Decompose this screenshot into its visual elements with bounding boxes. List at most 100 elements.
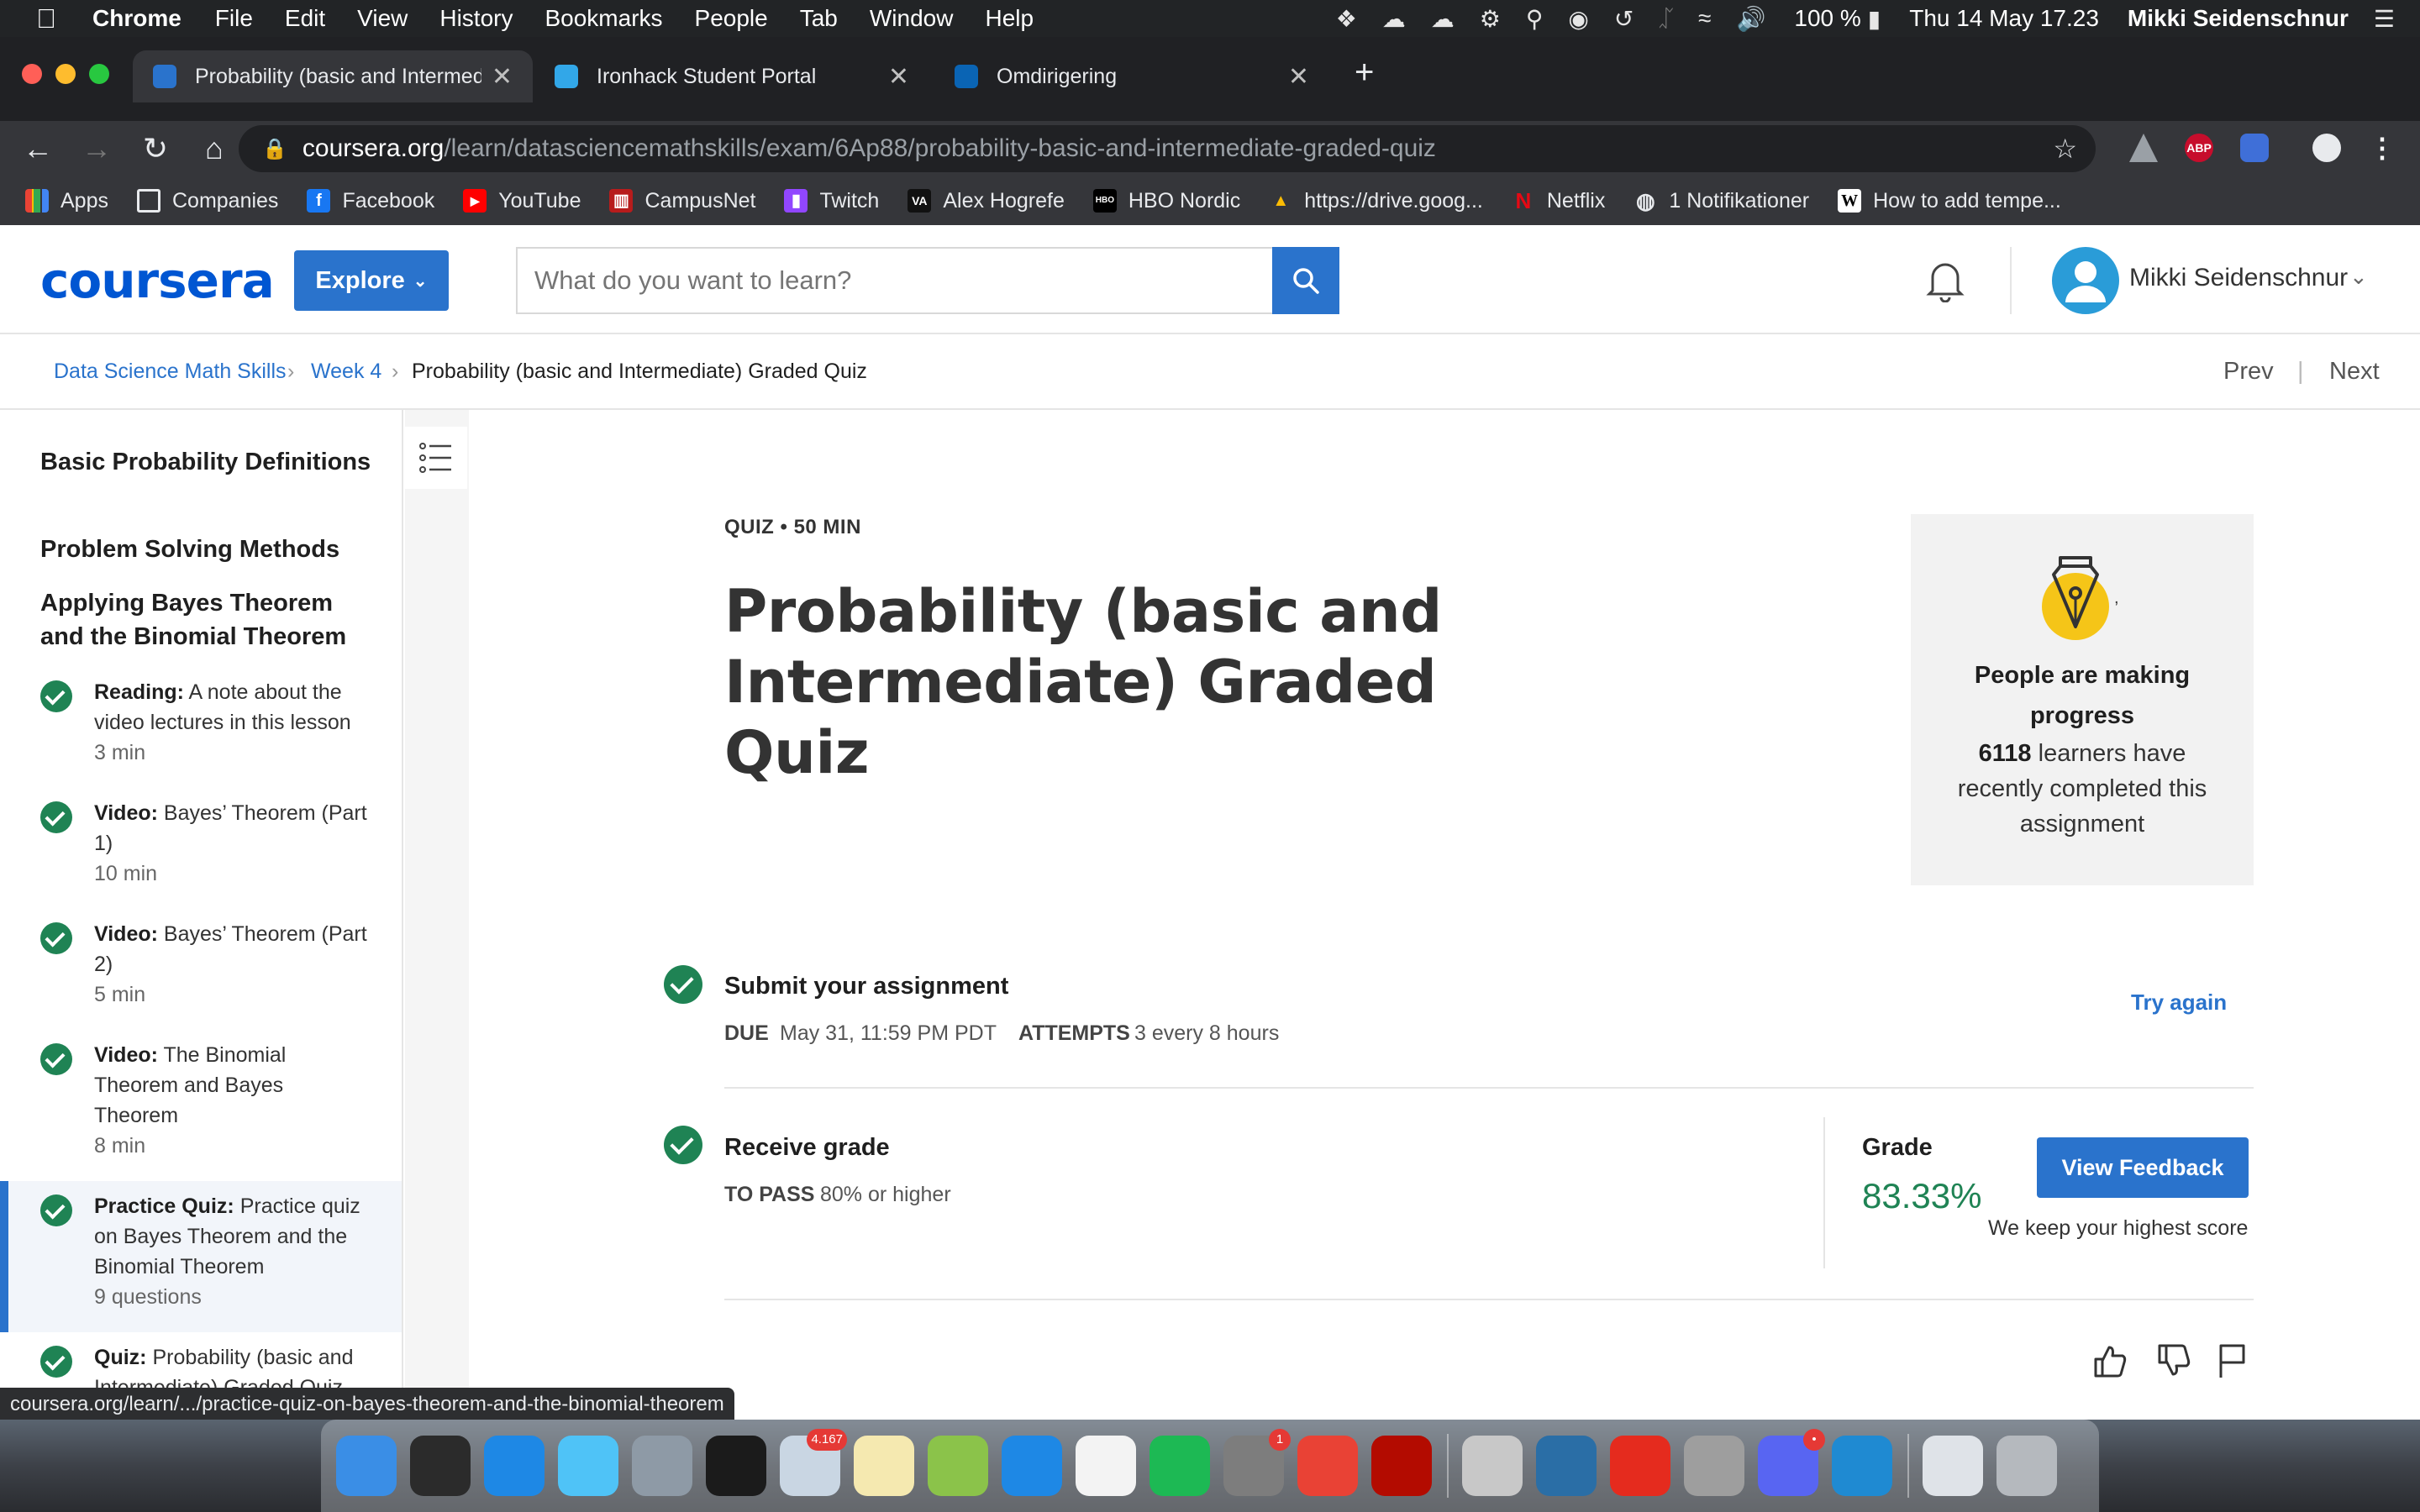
steelseries-icon[interactable]: ⚙ xyxy=(1480,5,1501,33)
new-tab-button[interactable]: + xyxy=(1355,54,1374,92)
wifi-icon[interactable]: ≈ xyxy=(1698,5,1711,32)
maps-icon[interactable] xyxy=(928,1436,988,1496)
finder-icon[interactable] xyxy=(336,1436,397,1496)
mysql-workbench-icon[interactable] xyxy=(1536,1436,1597,1496)
try-again-link[interactable]: Try again xyxy=(2131,990,2227,1016)
bookmark-google-drive[interactable]: ▲ https://drive.goog... xyxy=(1269,189,1483,213)
adblock-plus-icon[interactable]: ABP xyxy=(2185,134,2213,162)
menu-edit[interactable]: Edit xyxy=(285,5,325,32)
launchpad-icon[interactable] xyxy=(632,1436,692,1496)
sidebar-item-practice-quiz[interactable]: Practice Quiz: Practice quiz on Bayes Th… xyxy=(0,1181,402,1332)
tab-close-icon[interactable]: ✕ xyxy=(1288,62,1309,92)
explore-button[interactable]: Explore ⌄ xyxy=(294,250,449,311)
app-store-icon[interactable] xyxy=(1002,1436,1062,1496)
bookmark-hbo-nordic[interactable]: HBO HBO Nordic xyxy=(1092,189,1240,213)
terminal-icon[interactable] xyxy=(706,1436,766,1496)
sequel-icon[interactable] xyxy=(1462,1436,1523,1496)
onedrive-icon[interactable] xyxy=(484,1436,544,1496)
chrome-menu-icon[interactable]: ⋮ xyxy=(2368,134,2396,162)
thumbs-down-icon[interactable] xyxy=(2154,1342,2191,1379)
bookmark-apps[interactable]: Apps xyxy=(25,189,108,213)
volume-icon[interactable]: 🔊 xyxy=(1737,5,1766,33)
bookmark-campusnet[interactable]: ▥ CampusNet xyxy=(609,189,755,213)
window-minimize-button[interactable] xyxy=(55,64,76,84)
notification-center-icon[interactable]: ☰ xyxy=(2374,5,2395,33)
acrobat-icon[interactable] xyxy=(1371,1436,1432,1496)
chrome-icon[interactable] xyxy=(1297,1436,1358,1496)
spotify-icon[interactable] xyxy=(1150,1436,1210,1496)
bookmark-star-icon[interactable]: ☆ xyxy=(2053,133,2077,165)
bookmark-companies[interactable]: Companies xyxy=(136,189,278,213)
dropbox-icon[interactable]: ❖ xyxy=(1336,5,1357,33)
sidebar-item-reading[interactable]: Reading: A note about the video lectures… xyxy=(0,677,402,795)
tab-ironhack[interactable]: Ironhack Student Portal ✕ xyxy=(534,50,929,102)
bookmark-youtube[interactable]: ▶ YouTube xyxy=(463,189,581,213)
menu-tab[interactable]: Tab xyxy=(800,5,838,32)
thumbs-up-icon[interactable] xyxy=(2091,1342,2128,1379)
home-icon[interactable]: ⌂ xyxy=(185,131,244,166)
activity-icon[interactable] xyxy=(410,1436,471,1496)
bluetooth-icon[interactable]: ᛢ xyxy=(1659,5,1673,32)
battery-icon[interactable]: ▮ xyxy=(1868,5,1881,33)
notes-icon[interactable] xyxy=(854,1436,914,1496)
bookmark-twitch[interactable]: ▮ Twitch xyxy=(784,189,879,213)
lesson-heading[interactable]: Problem Solving Methods xyxy=(40,533,376,566)
app-menu-chrome[interactable]: Chrome xyxy=(92,5,182,32)
view-feedback-button[interactable]: View Feedback xyxy=(2037,1137,2249,1198)
coursera-logo[interactable]: coursera xyxy=(40,252,275,309)
bookmark-notifikationer[interactable]: ◍ 1 Notifikationer xyxy=(1634,189,1809,213)
flag-icon[interactable] xyxy=(2217,1342,2247,1379)
menubar-clock[interactable]: Thu 14 May 17.23 xyxy=(1909,5,2099,32)
outline-toggle-button[interactable] xyxy=(405,427,467,489)
sidebar-item-video[interactable]: Video: The Binomial Theorem and Bayes Th… xyxy=(0,1040,402,1183)
menu-history[interactable]: History xyxy=(439,5,513,32)
menu-window[interactable]: Window xyxy=(870,5,954,32)
search-input[interactable] xyxy=(516,247,1272,314)
window-zoom-button[interactable] xyxy=(89,64,109,84)
breadcrumb-course[interactable]: Data Science Math Skills xyxy=(54,360,287,384)
lesson-heading[interactable]: Applying Bayes Theorem and the Binomial … xyxy=(40,586,376,654)
tab-omdirigering[interactable]: Omdirigering ✕ xyxy=(934,50,1329,102)
search-button[interactable] xyxy=(1272,247,1339,314)
bookmark-facebook[interactable]: f Facebook xyxy=(307,189,434,213)
menu-people[interactable]: People xyxy=(695,5,768,32)
bookmark-alex-hogrefe[interactable]: VA Alex Hogrefe xyxy=(908,189,1065,213)
menu-view[interactable]: View xyxy=(357,5,408,32)
system-preferences-icon[interactable]: 1 xyxy=(1223,1429,1291,1496)
mail-icon[interactable]: 4.167 xyxy=(780,1429,847,1496)
user-avatar[interactable] xyxy=(2052,247,2119,314)
sidebar-item-video[interactable]: Video: Bayes’ Theorem (Part 1) 10 min xyxy=(0,798,402,916)
discord-icon[interactable]: • xyxy=(1758,1429,1825,1496)
drive-extension-icon[interactable] xyxy=(2129,134,2158,162)
time-machine-icon[interactable]: ↺ xyxy=(1614,5,1634,33)
vscode-icon[interactable] xyxy=(1832,1436,1892,1496)
spotlight-search-icon[interactable]: ⚲ xyxy=(1526,5,1544,33)
address-bar[interactable]: 🔒 coursera.org/learn/datasciencemathskil… xyxy=(239,125,2096,172)
menubar-user[interactable]: Mikki Seidenschnur xyxy=(2128,5,2349,32)
cloud-sync-icon[interactable]: ☁ xyxy=(1431,5,1455,33)
menu-help[interactable]: Help xyxy=(985,5,1034,32)
window-close-button[interactable] xyxy=(22,64,42,84)
menu-file[interactable]: File xyxy=(215,5,253,32)
siri-icon[interactable]: ◉ xyxy=(1568,5,1588,33)
bookmark-wikipedia[interactable]: W How to add tempe... xyxy=(1838,189,2061,213)
breadcrumb-week[interactable]: Week 4 xyxy=(311,360,381,384)
calculator-icon[interactable] xyxy=(1684,1436,1744,1496)
sidebar-item-video[interactable]: Video: Bayes’ Theorem (Part 2) 5 min xyxy=(0,919,402,1037)
apple-menu-icon[interactable]:  xyxy=(0,3,92,34)
bookmark-netflix[interactable]: N Netflix xyxy=(1512,189,1605,213)
photos-icon[interactable] xyxy=(1076,1436,1136,1496)
battery-percent[interactable]: 100 % xyxy=(1794,5,1860,32)
tab-close-icon[interactable]: ✕ xyxy=(888,62,909,92)
user-menu-name[interactable]: Mikki Seidenschnur xyxy=(2129,264,2348,292)
reload-icon[interactable]: ↻ xyxy=(126,131,185,166)
cloud-icon[interactable]: ☁ xyxy=(1382,5,1406,33)
messages-icon[interactable] xyxy=(558,1436,618,1496)
acrobat-reader-icon[interactable] xyxy=(1610,1436,1670,1496)
menu-bookmarks[interactable]: Bookmarks xyxy=(544,5,662,32)
forward-arrow-icon[interactable]: → xyxy=(67,131,126,166)
next-link[interactable]: Next xyxy=(2329,358,2380,386)
tab-coursera-quiz[interactable]: Probability (basic and Intermedi ✕ xyxy=(133,50,533,102)
back-arrow-icon[interactable]: ← xyxy=(8,131,67,166)
lock-icon[interactable]: 🔒 xyxy=(262,137,287,161)
